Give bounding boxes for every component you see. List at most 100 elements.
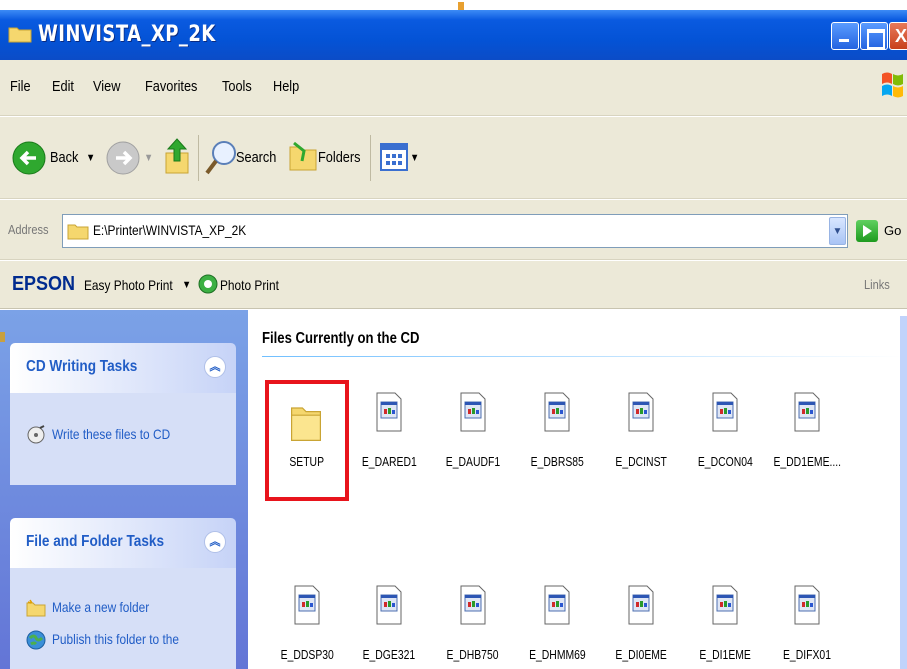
- file-name-label: E_DDSP30: [280, 647, 334, 662]
- file-icon: [627, 585, 655, 625]
- easy-photo-print-button[interactable]: Easy Photo Print: [84, 277, 173, 293]
- toolbar-separator: [370, 135, 371, 181]
- easy-photo-print-dropdown-icon[interactable]: ▼: [182, 279, 191, 291]
- photo-print-icon: [198, 274, 218, 294]
- up-folder-icon[interactable]: [162, 135, 192, 177]
- forward-arrow-icon[interactable]: [106, 141, 140, 175]
- minimize-button[interactable]: [831, 22, 859, 50]
- folders-button[interactable]: Folders: [318, 149, 361, 166]
- back-dropdown-icon[interactable]: ▼: [86, 152, 95, 164]
- publish-folder-link[interactable]: Publish this folder to the: [52, 631, 179, 647]
- file-icon: [627, 392, 655, 432]
- file-name-label: E_DGE321: [362, 647, 416, 662]
- links-button[interactable]: Links: [864, 277, 890, 292]
- file-item[interactable]: E_DHMM69: [515, 579, 599, 669]
- views-icon[interactable]: [380, 143, 408, 171]
- toolbar-separator: [198, 135, 199, 181]
- search-button[interactable]: Search: [236, 149, 276, 166]
- folder-icon: [8, 27, 32, 43]
- file-name-label: E_DHB750: [446, 647, 500, 662]
- folders-icon[interactable]: [288, 139, 318, 175]
- file-item[interactable]: E_DD1EME....: [765, 386, 849, 496]
- menu-bar: File Edit View Favorites Tools Help: [0, 60, 907, 116]
- write-files-to-cd-link[interactable]: Write these files to CD: [52, 426, 170, 442]
- file-name-label: E_DHMM69: [528, 647, 586, 662]
- file-icon: [543, 392, 571, 432]
- publish-web-icon: [26, 630, 46, 650]
- file-name-label: E_DI1EME: [699, 647, 751, 662]
- file-item[interactable]: E_DIFX01: [765, 579, 849, 669]
- file-item[interactable]: E_DARED1: [347, 386, 431, 496]
- file-folder-tasks-body: Make a new folder Publish this folder to…: [10, 568, 236, 669]
- file-icon: [711, 392, 739, 432]
- file-icon: [793, 585, 821, 625]
- windows-logo-icon: [882, 72, 903, 98]
- collapse-chevron-icon[interactable]: ︽: [204, 356, 226, 378]
- menu-file[interactable]: File: [10, 78, 31, 95]
- file-icon: [375, 392, 403, 432]
- file-name-label: E_DCON04: [697, 454, 753, 469]
- file-name-label: E_DI0EME: [615, 647, 667, 662]
- file-item[interactable]: E_DAUDF1: [431, 386, 515, 496]
- back-button[interactable]: Back: [50, 149, 78, 166]
- go-arrow-icon[interactable]: [856, 220, 878, 242]
- file-icon: [459, 392, 487, 432]
- folder-icon: [67, 224, 89, 240]
- forward-dropdown-icon[interactable]: ▼: [144, 152, 153, 164]
- cd-writing-tasks-header[interactable]: CD Writing Tasks ︽: [10, 343, 236, 393]
- file-name-label: E_DD1EME....: [773, 454, 842, 469]
- file-name-label: E_DARED1: [361, 454, 417, 469]
- go-button[interactable]: Go: [884, 223, 901, 238]
- make-new-folder-link[interactable]: Make a new folder: [52, 599, 149, 615]
- views-dropdown-icon[interactable]: ▼: [410, 152, 419, 164]
- file-item[interactable]: E_DI0EME: [599, 579, 683, 669]
- group-divider: [262, 356, 902, 357]
- write-cd-icon: [27, 425, 45, 444]
- address-input[interactable]: E:\Printer\WINVISTA_XP_2K ▼: [62, 214, 848, 248]
- file-name-label: E_DCINST: [615, 454, 667, 469]
- file-item[interactable]: E_DHB750: [431, 579, 515, 669]
- setup-highlight-box: [265, 380, 349, 501]
- menu-favorites[interactable]: Favorites: [145, 78, 197, 95]
- file-item[interactable]: E_DI1EME: [683, 579, 767, 669]
- file-icon: [375, 585, 403, 625]
- file-item[interactable]: E_DGE321: [347, 579, 431, 669]
- file-item[interactable]: E_DCINST: [599, 386, 683, 496]
- menu-view[interactable]: View: [93, 78, 120, 95]
- cd-writing-tasks-body: Write these files to CD: [10, 393, 236, 485]
- file-icon: [459, 585, 487, 625]
- top-strip: [0, 0, 907, 10]
- file-name-label: E_DIFX01: [782, 647, 831, 662]
- close-button[interactable]: [889, 22, 907, 50]
- toolbar: Back ▼ ▼ Search Folders ▼: [0, 117, 907, 199]
- back-arrow-icon[interactable]: [12, 141, 46, 175]
- file-item[interactable]: E_DBRS85: [515, 386, 599, 496]
- vertical-scrollbar[interactable]: [900, 316, 907, 669]
- title-bar: WINVISTA_XP_2K: [0, 10, 907, 60]
- file-name-label: E_DBRS85: [530, 454, 584, 469]
- file-icon: [711, 585, 739, 625]
- orange-marker: [458, 2, 464, 10]
- cd-writing-tasks-title: CD Writing Tasks: [26, 358, 138, 375]
- file-name-label: E_DAUDF1: [445, 454, 501, 469]
- maximize-button[interactable]: [860, 22, 888, 50]
- search-icon[interactable]: [204, 137, 240, 179]
- new-folder-icon: [26, 599, 46, 617]
- menu-tools[interactable]: Tools: [222, 78, 252, 95]
- address-value: E:\Printer\WINVISTA_XP_2K: [93, 222, 247, 238]
- epson-toolbar: EPSON Easy Photo Print ▼ Photo Print Lin…: [0, 261, 907, 309]
- file-folder-tasks-header[interactable]: File and Folder Tasks ︽: [10, 518, 236, 568]
- collapse-chevron-icon[interactable]: ︽: [204, 531, 226, 553]
- window-title: WINVISTA_XP_2K: [38, 22, 216, 47]
- pane-marker: [0, 332, 5, 342]
- file-folder-tasks-title: File and Folder Tasks: [26, 533, 165, 550]
- menu-edit[interactable]: Edit: [52, 78, 74, 95]
- menu-help[interactable]: Help: [273, 78, 299, 95]
- file-item[interactable]: E_DDSP30: [265, 579, 349, 669]
- task-pane: CD Writing Tasks ︽ Write these files to …: [0, 310, 248, 669]
- file-icon: [543, 585, 571, 625]
- file-item[interactable]: E_DCON04: [683, 386, 767, 496]
- photo-print-button[interactable]: Photo Print: [220, 277, 279, 293]
- chevron-down-icon[interactable]: ▼: [829, 217, 846, 245]
- address-label: Address: [8, 222, 49, 237]
